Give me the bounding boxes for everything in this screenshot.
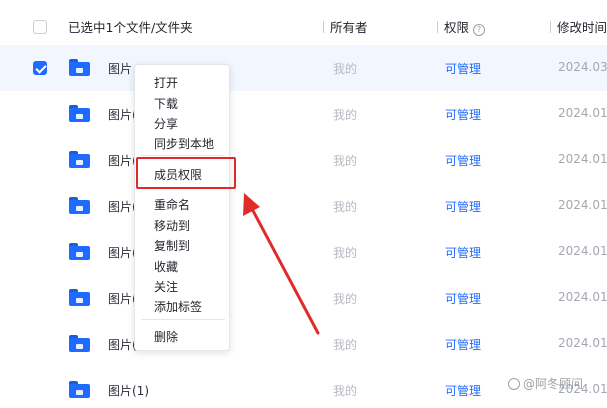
modified-cell: 2024.01.0: [558, 336, 607, 350]
menu-divider: [141, 319, 225, 320]
permission-cell[interactable]: 可管理: [445, 60, 481, 77]
owner-cell: 我的: [333, 62, 358, 76]
modified-cell: 2024.01.2: [558, 198, 607, 212]
menu-item-move-to[interactable]: 移动到: [154, 217, 190, 234]
owner-cell: 我的: [333, 108, 358, 122]
owner-cell: 我的: [333, 200, 358, 214]
table-row[interactable]: 图片( 我的 可管理 2024.01.2: [0, 229, 607, 275]
folder-icon: [69, 335, 90, 352]
file-name[interactable]: 图片(: [108, 106, 137, 123]
modified-cell: 2024.03.1: [558, 60, 607, 74]
permission-cell[interactable]: 可管理: [445, 152, 481, 169]
owner-cell: 我的: [333, 384, 358, 398]
highlight-box: [136, 157, 236, 189]
owner-cell: 我的: [333, 246, 358, 260]
owner-column-header[interactable]: 所有者: [323, 17, 368, 36]
permission-cell[interactable]: 可管理: [445, 336, 481, 353]
folder-icon: [69, 151, 90, 168]
folder-icon: [69, 105, 90, 122]
row-checkbox[interactable]: [33, 61, 47, 75]
permission-column-header[interactable]: 权限?: [437, 17, 486, 36]
select-all-checkbox[interactable]: [33, 20, 47, 34]
file-name[interactable]: 图片(: [108, 244, 137, 261]
folder-icon: [69, 289, 90, 306]
table-header: 已选中1个文件/文件夹 所有者 权限? 修改时间: [0, 0, 607, 48]
file-name[interactable]: 图片(: [108, 290, 137, 307]
file-name[interactable]: 图片(1): [108, 382, 149, 399]
menu-item-download[interactable]: 下载: [154, 95, 178, 112]
watermark: @阿冬顾问: [508, 375, 583, 392]
permission-cell[interactable]: 可管理: [445, 244, 481, 261]
folder-icon: [69, 243, 90, 260]
modified-cell: 2024.01.2: [558, 152, 607, 166]
modified-cell: 2024.01.2: [558, 106, 607, 120]
menu-item-add-tag[interactable]: 添加标签: [154, 298, 202, 315]
menu-item-share[interactable]: 分享: [154, 115, 178, 132]
owner-cell: 我的: [333, 338, 358, 352]
selection-count-label: 已选中1个文件/文件夹: [68, 20, 193, 35]
help-icon[interactable]: ?: [473, 24, 486, 36]
table-row[interactable]: 图片 我的 可管理 2024.03.1: [0, 45, 607, 91]
table-row[interactable]: 图片( 我的 可管理 2024.01.0: [0, 321, 607, 367]
folder-icon: [69, 197, 90, 214]
modified-cell: 2024.01.0: [558, 290, 607, 304]
file-name[interactable]: 图片(: [108, 336, 137, 353]
owner-cell: 我的: [333, 154, 358, 168]
menu-divider: [141, 155, 225, 156]
menu-item-sync-local[interactable]: 同步到本地: [154, 135, 214, 152]
menu-item-favorite[interactable]: 收藏: [154, 258, 178, 275]
table-row[interactable]: 图片( 我的 可管理 2024.01.0: [0, 275, 607, 321]
table-row[interactable]: 图片( 我的 可管理 2024.01.2: [0, 91, 607, 137]
file-name[interactable]: 图片: [108, 60, 132, 77]
folder-icon: [69, 59, 90, 76]
modified-column-header[interactable]: 修改时间: [550, 17, 607, 36]
context-menu: 打开 下载 分享 同步到本地 成员权限 重命名 移动到 复制到 收藏 关注 添加…: [134, 64, 230, 351]
table-row[interactable]: 图片( 我的 可管理 2024.01.2: [0, 183, 607, 229]
owner-cell: 我的: [333, 292, 358, 306]
menu-item-follow[interactable]: 关注: [154, 278, 178, 295]
table-row[interactable]: 图片( 我的 可管理 2024.01.2: [0, 137, 607, 183]
watermark-icon: [508, 378, 520, 390]
file-name[interactable]: 图片(: [108, 198, 137, 215]
file-name[interactable]: 图片(: [108, 152, 137, 169]
menu-item-copy-to[interactable]: 复制到: [154, 237, 190, 254]
permission-cell[interactable]: 可管理: [445, 290, 481, 307]
menu-item-open[interactable]: 打开: [154, 74, 178, 91]
folder-icon: [69, 381, 90, 398]
modified-cell: 2024.01.2: [558, 244, 607, 258]
menu-item-rename[interactable]: 重命名: [154, 196, 190, 213]
permission-cell[interactable]: 可管理: [445, 106, 481, 123]
permission-cell[interactable]: 可管理: [445, 198, 481, 215]
permission-cell[interactable]: 可管理: [445, 382, 481, 399]
menu-item-delete[interactable]: 删除: [154, 328, 178, 345]
